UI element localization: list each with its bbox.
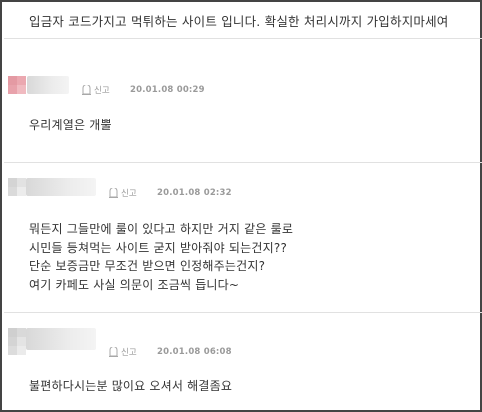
author-name-blurred[interactable]: [26, 328, 96, 350]
avatar[interactable]: [8, 328, 26, 355]
report-button[interactable]: 신고: [82, 84, 110, 96]
comment-line: 여기 카페도 사실 의문이 조금씩 듭니다~: [29, 277, 240, 292]
report-button[interactable]: 신고: [109, 187, 137, 199]
avatar[interactable]: [8, 178, 26, 196]
report-button[interactable]: 신고: [109, 346, 137, 358]
report-icon: [82, 85, 91, 95]
report-icon: [109, 188, 118, 198]
comment-date: 20.01.08 02:32: [157, 188, 232, 198]
divider: [4, 312, 482, 313]
comment-line: 단순 보증금만 무조건 받으면 인정해주는건지?: [29, 259, 266, 273]
comment-text: 뭐든지 그들만에 룰이 있다고 하지만 거지 같은 룰로 시민들 등쳐먹는 사이…: [29, 220, 293, 294]
comment-text: 우리계열은 개뿔: [29, 116, 112, 135]
comment-line: 불편하다시는분 많이요 오셔서 해결좀요: [29, 379, 233, 393]
author-name-blurred[interactable]: [26, 178, 96, 196]
report-label: 신고: [121, 189, 137, 199]
author-name-blurred[interactable]: [27, 76, 69, 94]
report-label: 신고: [121, 348, 137, 358]
post-text: 입금자 코드가지고 먹튀하는 사이트 입니다. 확실한 처리시까지 가입하지마세…: [29, 14, 449, 29]
report-label: 신고: [94, 86, 110, 96]
comment-date: 20.01.08 00:29: [130, 85, 205, 95]
report-icon: [109, 347, 118, 357]
divider: [4, 38, 482, 39]
comment-date: 20.01.08 06:08: [157, 347, 232, 357]
divider: [4, 162, 482, 163]
comment-line: 뭐든지 그들만에 룰이 있다고 하지만 거지 같은 룰로: [29, 222, 294, 236]
avatar[interactable]: [8, 76, 26, 94]
comment-line: 우리계열은 개뿔: [29, 118, 112, 132]
comment-text: 불편하다시는분 많이요 오셔서 해결좀요: [29, 377, 232, 396]
comment-section: 입금자 코드가지고 먹튀하는 사이트 입니다. 확실한 처리시까지 가입하지마세…: [0, 0, 482, 412]
comment-line: 시민들 등쳐먹는 사이트 굳지 받아줘야 되는건지??: [29, 240, 288, 255]
